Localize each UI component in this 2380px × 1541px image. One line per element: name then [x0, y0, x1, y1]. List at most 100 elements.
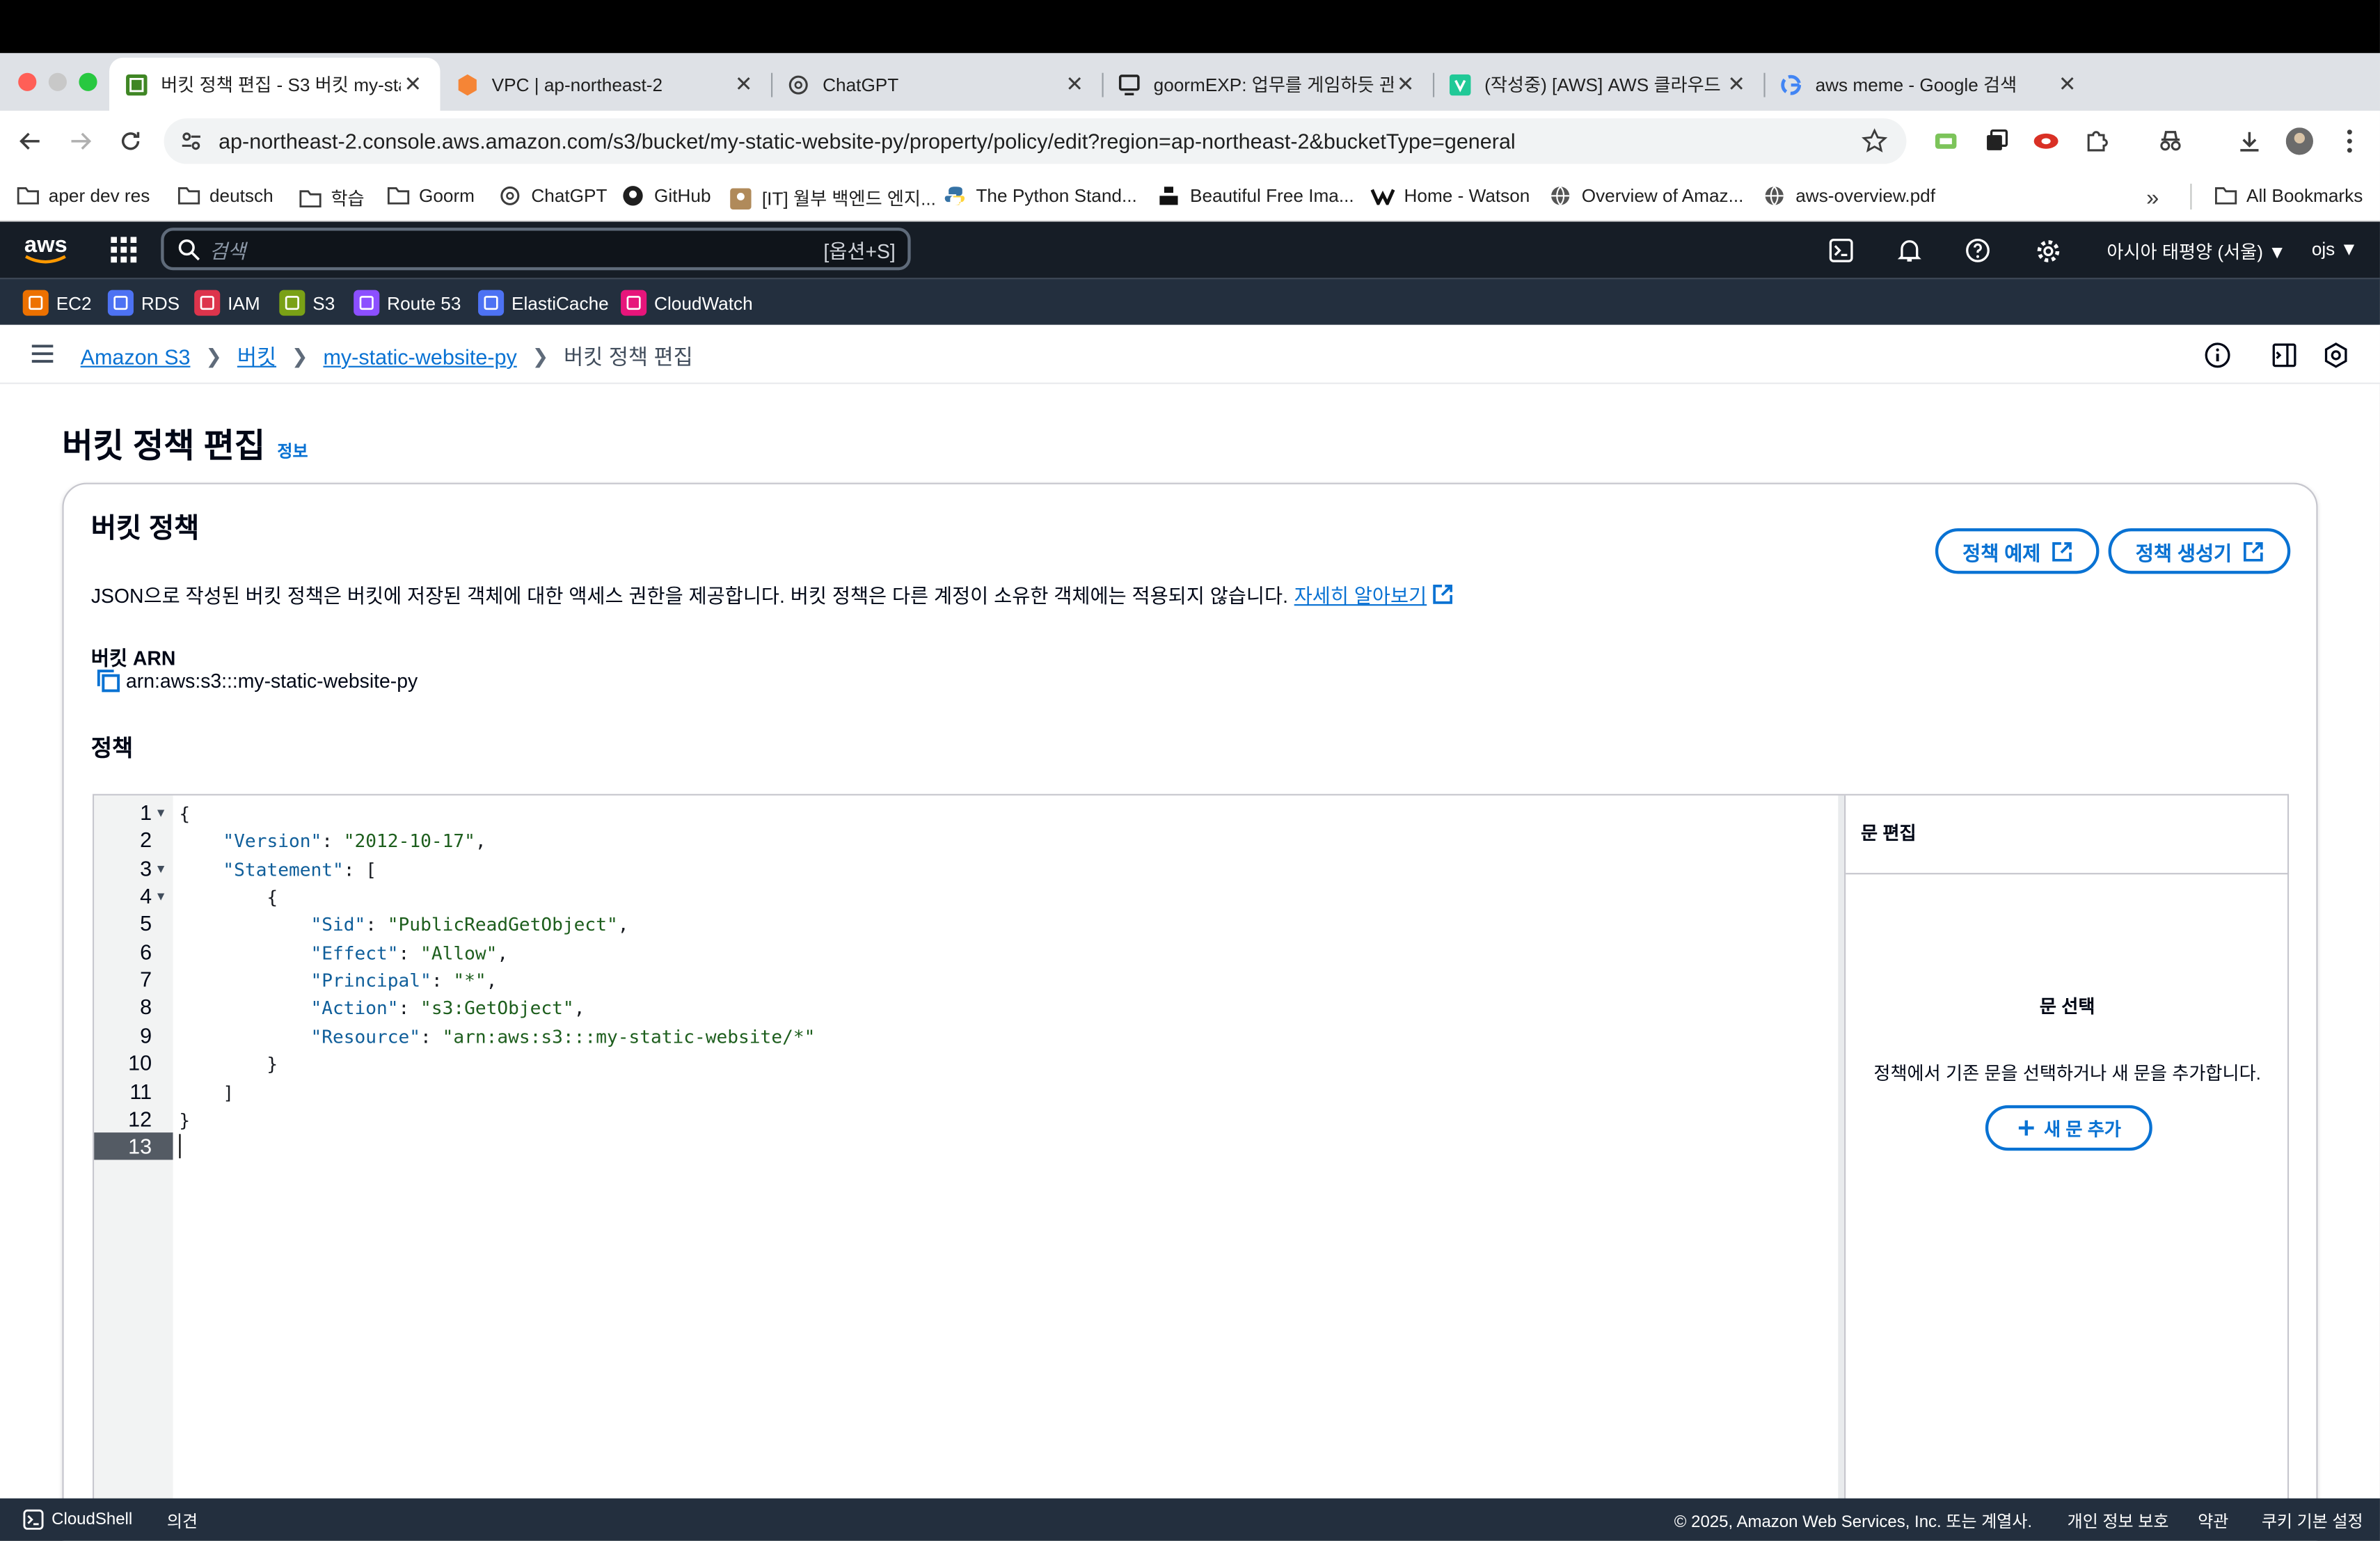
close-tab-icon[interactable]: ✕	[401, 72, 425, 97]
search-shortcut: [옵션+S]	[823, 239, 896, 262]
cookie-preferences-link[interactable]: 쿠키 기본 설정	[2262, 1509, 2363, 1533]
extension-copy-icon[interactable]	[1981, 126, 2011, 157]
aws-search-input[interactable]: 검색 [옵션+S]	[161, 228, 911, 271]
bookmark-item[interactable]: [IT] 월부 백엔드 엔지...	[729, 185, 936, 211]
add-new-statement-button[interactable]: 새 문 추가	[1985, 1105, 2152, 1151]
incognito-profile-icon[interactable]	[2155, 126, 2186, 157]
console-footer: CloudShell 의견 © 2025, Amazon Web Service…	[0, 1498, 2380, 1541]
bookmark-item[interactable]: GitHub	[621, 185, 711, 207]
feedback-link[interactable]: 의견	[167, 1509, 198, 1533]
services-grid-icon[interactable]	[111, 237, 137, 263]
cloudshell-button[interactable]: CloudShell	[23, 1509, 132, 1531]
policy-section-label: 정책	[90, 736, 134, 762]
close-window-button[interactable]	[18, 72, 37, 91]
cloudshell-icon[interactable]	[1827, 237, 1855, 264]
hexagon-assistant-icon[interactable]	[2322, 342, 2349, 369]
fold-toggle-icon[interactable]: ▼	[154, 890, 166, 903]
browser-tab-strip: 버킷 정책 편집 - S3 버킷 my-stat ✕ VPC | ap-northe…	[0, 53, 2380, 152]
screen: 버킷 정책 편집 - S3 버킷 my-stat ✕ VPC | ap-northe…	[0, 0, 2380, 1541]
minimize-window-button[interactable]	[48, 72, 67, 91]
panel-resize-handle[interactable]	[1838, 795, 1845, 1524]
address-bar[interactable]: ap-northeast-2.console.aws.amazon.com/s3…	[164, 118, 1907, 164]
all-bookmarks-button[interactable]: All Bookmarks	[2213, 185, 2363, 207]
window-controls	[18, 72, 97, 91]
reload-icon[interactable]	[116, 126, 146, 157]
browser-tab[interactable]: goormEXP: 업무를 게임하듯 관리 ✕	[1102, 58, 1435, 111]
bookmark-label: deutsch	[209, 185, 273, 207]
bookmark-item[interactable]: 학습	[297, 185, 365, 211]
service-shortcut[interactable]: EC2	[22, 290, 92, 316]
breadcrumb-bucket-name[interactable]: my-static-website-py	[323, 345, 516, 369]
close-tab-icon[interactable]: ✕	[731, 72, 756, 97]
close-tab-icon[interactable]: ✕	[1063, 72, 1087, 97]
plus-icon	[2017, 1119, 2035, 1137]
bookmark-item[interactable]: ChatGPT	[498, 185, 607, 207]
forward-icon[interactable]	[65, 126, 96, 157]
policy-generator-button[interactable]: 정책 생성기	[2108, 528, 2292, 574]
download-icon[interactable]	[2235, 126, 2265, 157]
avatar[interactable]	[2285, 126, 2315, 157]
service-shortcut[interactable]: RDS	[107, 290, 180, 316]
bookmark-star-icon[interactable]	[1861, 127, 1888, 155]
bookmarks-overflow-button[interactable]: »	[2146, 185, 2159, 211]
close-tab-icon[interactable]: ✕	[2055, 72, 2079, 97]
back-icon[interactable]	[15, 126, 46, 157]
service-shortcut[interactable]: CloudWatch	[621, 290, 753, 316]
bookmark-item[interactable]: aws-overview.pdf	[1762, 185, 1935, 207]
bookmark-item[interactable]: deutsch	[176, 185, 273, 207]
close-tab-icon[interactable]: ✕	[1393, 72, 1418, 97]
service-shortcut[interactable]: ElastiCache	[478, 290, 609, 316]
breadcrumb-amazon-s3[interactable]: Amazon S3	[81, 345, 191, 369]
side-nav-menu-icon[interactable]	[31, 343, 55, 365]
bookmark-item[interactable]: Home - Watson	[1370, 185, 1530, 207]
browser-menu-icon[interactable]	[2335, 126, 2365, 157]
bookmark-item[interactable]: aper dev res	[15, 185, 150, 207]
browser-tab[interactable]: 버킷 정책 편집 - S3 버킷 my-stat ✕	[109, 57, 441, 111]
fold-toggle-icon[interactable]: ▼	[154, 862, 166, 876]
settings-gear-icon[interactable]	[2034, 237, 2061, 264]
bookmark-item[interactable]: The Python Stand...	[942, 185, 1137, 207]
info-link[interactable]: 정보	[277, 438, 308, 463]
bookmark-item[interactable]: Goorm	[386, 185, 475, 207]
page-title-text: 버킷 정책 편집	[62, 426, 265, 465]
site-info-icon[interactable]	[179, 129, 203, 153]
statement-editor-header: 문 편집	[1846, 796, 2290, 875]
extension-red-icon[interactable]	[2031, 126, 2061, 157]
bookmark-item[interactable]: Overview of Amaz...	[1548, 185, 1743, 207]
code-line: {	[179, 886, 278, 908]
service-shortcut[interactable]: S3	[279, 290, 335, 316]
aws-logo[interactable]: aws	[24, 232, 68, 264]
service-shortcut[interactable]: IAM	[194, 290, 260, 316]
service-label: CloudWatch	[654, 292, 753, 314]
notifications-bell-icon[interactable]	[1896, 237, 1923, 264]
zoom-window-button[interactable]	[79, 72, 97, 91]
service-icon	[279, 290, 306, 316]
code-line: "Effect": "Allow",	[310, 942, 509, 964]
terms-link[interactable]: 약관	[2198, 1509, 2228, 1533]
line-number: 3	[140, 855, 152, 880]
browser-tab[interactable]: aws meme - Google 검색 ✕	[1763, 58, 2094, 111]
bookmark-item[interactable]: Beautiful Free Ima...	[1157, 185, 1354, 207]
watson-icon	[1370, 185, 1395, 207]
help-icon[interactable]	[1964, 237, 1991, 264]
extension-screen-icon[interactable]	[1930, 126, 1961, 157]
service-shortcut[interactable]: Route 53	[354, 290, 461, 316]
region-selector[interactable]: 아시아 태평양 (서울) ▼	[2107, 238, 2286, 264]
breadcrumb-buckets[interactable]: 버킷	[237, 342, 276, 372]
account-menu[interactable]: ojs ▼	[2312, 238, 2358, 260]
fold-toggle-icon[interactable]: ▼	[154, 806, 166, 820]
code-editor-textarea[interactable]: { "Version": "2012-10-17", "Statement": …	[173, 795, 1839, 1524]
panel-toggle-icon[interactable]	[2271, 342, 2298, 369]
policy-examples-button[interactable]: 정책 예제	[1935, 528, 2100, 574]
browser-tab[interactable]: ChatGPT ✕	[771, 58, 1104, 111]
close-tab-icon[interactable]: ✕	[1724, 72, 1749, 97]
folder-icon	[15, 185, 40, 207]
code-line: }	[179, 1053, 278, 1075]
extensions-puzzle-icon[interactable]	[2081, 126, 2111, 157]
learn-more-link[interactable]: 자세히 알아보기	[1294, 580, 1427, 608]
info-panel-icon[interactable]	[2204, 342, 2231, 369]
browser-tab[interactable]: VPC | ap-northeast-2 ✕	[441, 58, 773, 111]
privacy-link[interactable]: 개인 정보 보호	[2068, 1509, 2169, 1533]
copy-icon[interactable]	[97, 670, 126, 693]
browser-tab[interactable]: (작성중) [AWS] AWS 클라우드 네 ✕	[1433, 58, 1766, 111]
